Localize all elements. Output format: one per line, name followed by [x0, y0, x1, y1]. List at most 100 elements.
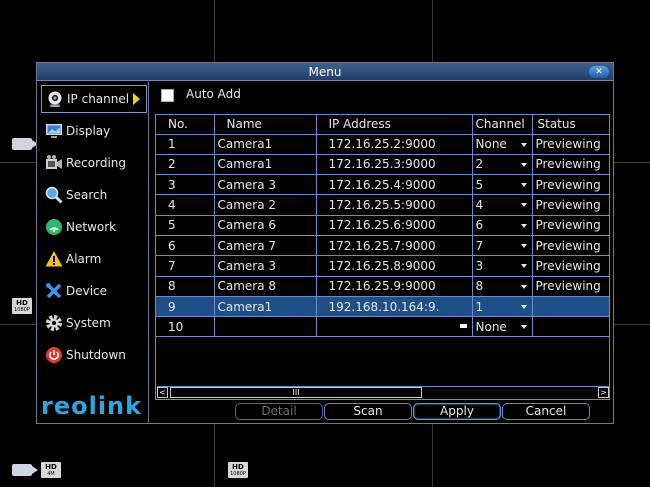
table-row[interactable]: 8 Camera 8 172.16.25.9:9000 8 Previewing: [156, 276, 609, 297]
channel-dropdown[interactable]: None: [472, 316, 533, 338]
scroll-right-button[interactable]: >: [598, 387, 609, 398]
webcam-icon: [46, 90, 64, 108]
scroll-left-button[interactable]: <: [157, 387, 168, 398]
channel-dropdown[interactable]: 1: [472, 296, 533, 318]
cell-status: Previewing: [532, 194, 609, 216]
dropdown-arrow-icon: [520, 223, 527, 228]
sidebar-item-display[interactable]: Display: [41, 117, 147, 145]
table-row[interactable]: 1 Camera1 172.16.25.2:9000 None Previewi…: [156, 134, 609, 155]
table-row[interactable]: 4 Camera 2 172.16.25.5:9000 4 Previewing: [156, 194, 609, 216]
ip-input[interactable]: [316, 316, 473, 338]
table-row[interactable]: 5 Camera 6 172.16.25.6:9000 6 Previewing: [156, 215, 609, 236]
sidebar-item-label: Device: [66, 284, 108, 298]
channel-dropdown[interactable]: 3: [472, 255, 533, 277]
cell-no: 10: [156, 316, 215, 338]
channel-dropdown[interactable]: None: [472, 134, 533, 155]
channel-dropdown[interactable]: 7: [472, 235, 533, 257]
sidebar-item-label: Shutdown: [66, 348, 126, 362]
scan-button[interactable]: Scan: [324, 403, 412, 420]
sidebar-item-ip-channel[interactable]: IP channel: [41, 85, 147, 113]
cell-name: Camera 6: [214, 215, 317, 236]
cell-ip: 172.16.25.8:9000: [316, 255, 473, 277]
sidebar: IP channel Display Recording Search Netw…: [37, 82, 149, 423]
channel-value: 4: [475, 198, 484, 213]
cell-ip: 172.16.25.4:9000: [316, 174, 473, 196]
cell-status: Previewing: [532, 215, 609, 236]
horizontal-scrollbar[interactable]: < III >: [157, 386, 609, 398]
cell-no: 6: [156, 235, 215, 257]
table-row[interactable]: 10 None: [156, 316, 609, 338]
table-row-selected[interactable]: 9 Camera1 192.168.10.164:9. 1: [156, 296, 609, 318]
column-header-no[interactable]: No.: [156, 115, 215, 135]
reolink-logo: reolink: [41, 392, 143, 420]
cell-status: Previewing: [532, 276, 609, 297]
camera-indicator: HD 1080P: [12, 298, 32, 314]
channel-dropdown[interactable]: 2: [472, 154, 533, 176]
sidebar-item-label: Display: [66, 124, 111, 138]
cell-ip: 172.16.25.5:9000: [316, 194, 473, 216]
auto-add-checkbox[interactable]: [161, 89, 174, 102]
cell-no: 3: [156, 174, 215, 196]
detail-button[interactable]: Detail: [235, 403, 323, 420]
window-titlebar: Menu ✕: [37, 63, 613, 81]
scroll-thumb[interactable]: III: [170, 387, 422, 398]
cell-ip: 172.16.25.6:9000: [316, 215, 473, 236]
dropdown-arrow-icon: [520, 325, 527, 330]
table-row[interactable]: 2 Camera1 172.16.25.3:9000 2 Previewing: [156, 154, 609, 176]
column-header-channel[interactable]: Channel: [472, 115, 533, 135]
cell-name[interactable]: [214, 316, 317, 338]
channel-value: 2: [475, 157, 484, 172]
sidebar-item-device[interactable]: Device: [41, 277, 147, 305]
cell-name: Camera1: [214, 296, 317, 318]
dropdown-arrow-icon: [520, 203, 527, 208]
cell-name: Camera 2: [214, 194, 317, 216]
cell-status: Previewing: [532, 235, 609, 257]
cell-status: [532, 316, 609, 338]
sidebar-item-label: Search: [66, 188, 108, 202]
channel-dropdown[interactable]: 6: [472, 215, 533, 236]
table-row[interactable]: 6 Camera 7 172.16.25.7:9000 7 Previewing: [156, 235, 609, 257]
cell-status: Previewing: [532, 134, 609, 155]
channel-dropdown[interactable]: 4: [472, 194, 533, 216]
sidebar-item-recording[interactable]: Recording: [41, 149, 147, 177]
hd-badge: HD 4M: [41, 462, 61, 478]
cell-ip: 192.168.10.164:9.: [316, 296, 473, 318]
cancel-button[interactable]: Cancel: [502, 403, 590, 420]
ip-channel-table: No. Name IP Address Channel Status 1 Cam…: [155, 114, 610, 400]
sidebar-item-label: Network: [66, 220, 117, 234]
cell-no: 1: [156, 134, 215, 155]
sidebar-item-alarm[interactable]: Alarm: [41, 245, 147, 273]
channel-dropdown[interactable]: 8: [472, 276, 533, 297]
monitor-icon: [45, 122, 63, 140]
cell-no: 8: [156, 276, 215, 297]
column-header-name[interactable]: Name: [214, 115, 317, 135]
close-button[interactable]: ✕: [589, 66, 609, 78]
sidebar-item-shutdown[interactable]: Shutdown: [41, 341, 147, 369]
dropdown-arrow-icon: [520, 284, 527, 289]
cell-status: [532, 296, 609, 318]
auto-add-label: Auto Add: [186, 87, 241, 101]
table-row[interactable]: 7 Camera 3 172.16.25.8:9000 3 Previewing: [156, 255, 609, 277]
column-header-status[interactable]: Status: [532, 115, 609, 135]
cell-ip: 172.16.25.9:9000: [316, 276, 473, 297]
sidebar-item-search[interactable]: Search: [41, 181, 147, 209]
column-header-ip-address[interactable]: IP Address: [316, 115, 473, 135]
sidebar-item-network[interactable]: Network: [41, 213, 147, 241]
channel-value: None: [475, 137, 507, 152]
apply-button[interactable]: Apply: [413, 403, 501, 420]
sidebar-item-system[interactable]: System: [41, 309, 147, 337]
cell-ip: 172.16.25.2:9000: [316, 134, 473, 155]
network-icon: [45, 218, 63, 236]
warning-icon: [45, 250, 63, 268]
cell-name: Camera 3: [214, 255, 317, 277]
cell-name: Camera 8: [214, 276, 317, 297]
channel-value: 7: [475, 238, 484, 253]
channel-value: None: [475, 319, 507, 334]
cell-status: Previewing: [532, 255, 609, 277]
camera-icon: [12, 138, 38, 150]
window-title: Menu: [308, 65, 342, 79]
channel-dropdown[interactable]: 5: [472, 174, 533, 196]
dropdown-arrow-icon: [520, 304, 527, 309]
table-row[interactable]: 3 Camera 3 172.16.25.4:9000 5 Previewing: [156, 174, 609, 196]
cell-status: Previewing: [532, 154, 609, 176]
